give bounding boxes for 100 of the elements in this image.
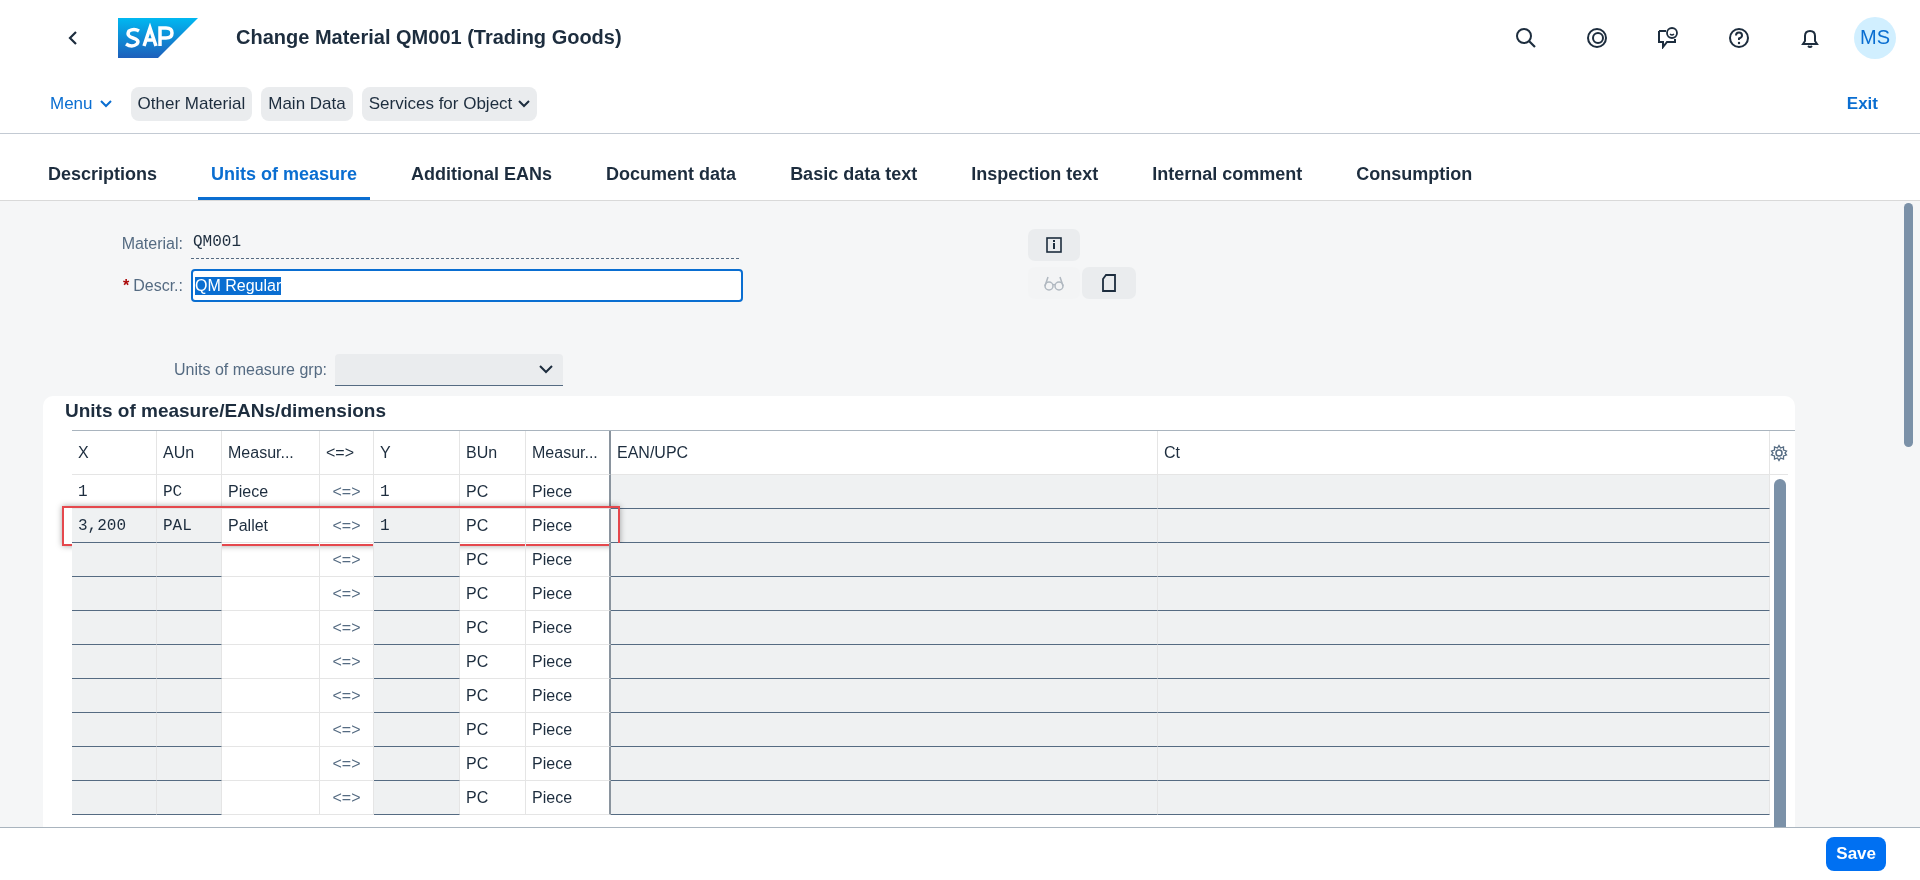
user-avatar[interactable]: MS	[1854, 16, 1896, 59]
table-cell: PC	[460, 509, 526, 543]
table-input[interactable]	[72, 577, 157, 611]
table-input[interactable]	[72, 611, 157, 645]
table-input[interactable]	[374, 747, 460, 781]
table-input[interactable]	[611, 679, 1158, 713]
table-cell: PC	[460, 679, 526, 713]
table-input[interactable]	[157, 747, 222, 781]
table-input[interactable]	[611, 611, 1158, 645]
toolbar-button[interactable]: Main Data	[261, 87, 353, 121]
table-cell: Pallet	[222, 509, 320, 543]
table-input[interactable]	[374, 543, 460, 577]
chevron-left-icon	[67, 29, 79, 46]
info-button[interactable]	[1028, 229, 1080, 261]
table-input[interactable]: 1	[374, 509, 460, 543]
table-input[interactable]	[611, 747, 1158, 781]
table-input[interactable]: 3,200	[72, 509, 157, 543]
table-input[interactable]	[374, 679, 460, 713]
table-input[interactable]	[72, 679, 157, 713]
copy-button[interactable]	[1082, 267, 1136, 299]
table-input[interactable]	[1158, 747, 1770, 781]
table-cell: PC	[460, 543, 526, 577]
menu-button[interactable]: Menu	[40, 88, 122, 120]
chevron-down-icon	[99, 100, 112, 108]
table-input[interactable]	[1158, 713, 1770, 747]
page-scrollbar[interactable]	[1904, 203, 1913, 447]
table-cell: PC	[460, 475, 526, 509]
table-input[interactable]	[157, 577, 222, 611]
table-cell: PC	[460, 577, 526, 611]
table-cell: PC	[460, 611, 526, 645]
table-input[interactable]	[157, 713, 222, 747]
table-input[interactable]	[374, 781, 460, 815]
column-header[interactable]: Y	[374, 431, 460, 475]
table-input[interactable]	[1158, 475, 1770, 509]
chevron-down-icon	[518, 100, 531, 108]
settings-icon[interactable]	[1770, 443, 1788, 462]
table-input[interactable]	[1158, 509, 1770, 543]
column-header[interactable]: Measur...	[526, 431, 611, 475]
section-title: Units of measure/EANs/dimensions	[64, 399, 387, 423]
glasses-icon	[1043, 274, 1065, 292]
table-input[interactable]	[611, 475, 1158, 509]
save-button[interactable]: Save	[1826, 837, 1886, 871]
tab[interactable]: Additional EANs	[398, 164, 566, 200]
table-input[interactable]	[72, 713, 157, 747]
table-input[interactable]	[611, 543, 1158, 577]
column-header[interactable]: AUn	[157, 431, 222, 475]
table-input[interactable]	[374, 577, 460, 611]
table-input[interactable]	[157, 611, 222, 645]
toolbar-button[interactable]: Other Material	[130, 87, 253, 121]
description-input[interactable]: QM Regular	[191, 269, 743, 302]
table-input[interactable]	[157, 543, 222, 577]
column-header[interactable]: BUn	[460, 431, 526, 475]
table-input[interactable]	[611, 645, 1158, 679]
table-input[interactable]	[1158, 543, 1770, 577]
table-input[interactable]	[72, 747, 157, 781]
column-header[interactable]: <=>	[320, 431, 374, 475]
tab[interactable]: Basic data text	[777, 164, 931, 200]
table-cell: Piece	[222, 475, 320, 509]
units-group-label: Units of measure grp:	[173, 361, 327, 379]
table-cell: PC	[460, 713, 526, 747]
page-title: Change Material QM001 (Trading Goods)	[236, 26, 622, 49]
table-input[interactable]	[1158, 679, 1770, 713]
table-input[interactable]	[1158, 645, 1770, 679]
table-input[interactable]	[72, 543, 157, 577]
search-icon	[1515, 26, 1537, 49]
table-input[interactable]	[157, 781, 222, 815]
required-asterisk: *	[122, 276, 130, 295]
table-input[interactable]	[611, 509, 1158, 543]
ring-icon	[1586, 26, 1608, 49]
table-cell: PC	[460, 645, 526, 679]
table-input[interactable]	[374, 645, 460, 679]
table-input[interactable]	[374, 611, 460, 645]
tab[interactable]: Internal comment	[1139, 164, 1316, 200]
table-input[interactable]	[1158, 577, 1770, 611]
table-input[interactable]	[1158, 781, 1770, 815]
table-input[interactable]	[1158, 611, 1770, 645]
tab[interactable]: Consumption	[1343, 164, 1486, 200]
units-group-dropdown[interactable]	[335, 354, 563, 386]
tab[interactable]: Inspection text	[958, 164, 1112, 200]
table-cell: PC	[460, 781, 526, 815]
smiley-speech-bubble-icon	[1657, 26, 1679, 49]
table-input[interactable]	[611, 713, 1158, 747]
toolbar-button[interactable]: Services for Object	[361, 87, 538, 121]
material-value: QM001	[191, 229, 739, 259]
exit-button[interactable]: Exit	[1838, 88, 1886, 120]
column-header[interactable]: X	[72, 431, 157, 475]
tab[interactable]: Descriptions	[35, 164, 171, 200]
table-input[interactable]	[72, 781, 157, 815]
table-input[interactable]	[611, 577, 1158, 611]
table-input[interactable]	[72, 645, 157, 679]
table-input[interactable]	[157, 645, 222, 679]
material-label: Material:	[120, 235, 183, 253]
info-icon	[1045, 236, 1063, 254]
column-header[interactable]: Measur...	[222, 431, 320, 475]
table-input[interactable]	[611, 781, 1158, 815]
description-label: Descr.:	[133, 276, 183, 295]
tab[interactable]: Document data	[593, 164, 750, 200]
table-input[interactable]	[374, 713, 460, 747]
table-input[interactable]: PAL	[157, 509, 222, 543]
table-input[interactable]	[157, 679, 222, 713]
